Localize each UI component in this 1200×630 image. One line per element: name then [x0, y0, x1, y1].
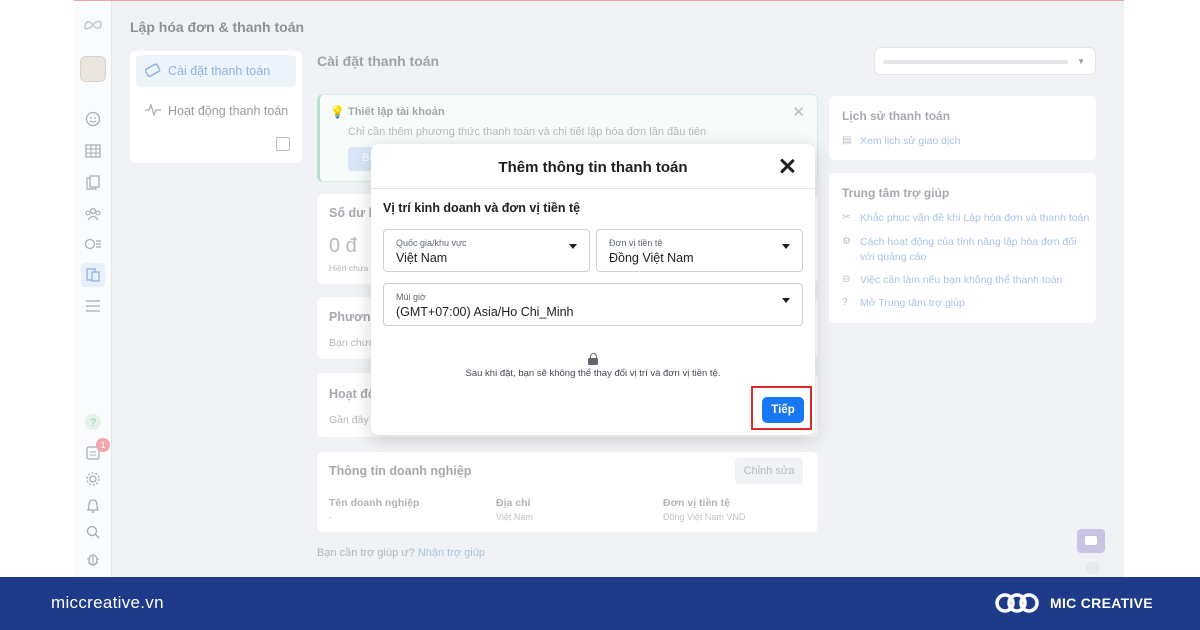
footer-url: miccreative.vn — [51, 593, 164, 612]
currency-select[interactable]: Đơn vị tiền tệ Đồng Việt Nam — [596, 229, 803, 272]
add-payment-info-modal: Thêm thông tin thanh toán Vị trí kinh do… — [371, 144, 815, 435]
left-gutter — [0, 0, 74, 577]
right-gutter — [1124, 0, 1200, 577]
lock-note: Sau khi đặt, bạn sẽ không thể thay đổi v… — [465, 368, 721, 379]
close-icon[interactable] — [777, 156, 797, 176]
modal-title: Thêm thông tin thanh toán — [498, 159, 688, 176]
country-value: Việt Nam — [396, 251, 448, 265]
mic-logo-icon — [993, 589, 1041, 617]
timezone-value: (GMT+07:00) Asia/Ho Chi_Minh — [396, 305, 574, 319]
caret-down-icon — [782, 244, 790, 249]
divider — [371, 188, 815, 189]
currency-label: Đơn vị tiền tệ — [609, 238, 663, 248]
lock-icon — [588, 353, 598, 365]
caret-down-icon — [569, 244, 577, 249]
country-select[interactable]: Quốc gia/khu vực Việt Nam — [383, 229, 590, 272]
footer-brand: MIC CREATIVE — [1050, 595, 1153, 611]
footer-banner: miccreative.vn MIC CREATIVE — [0, 577, 1200, 630]
timezone-select[interactable]: Múi giờ (GMT+07:00) Asia/Ho Chi_Minh — [383, 283, 803, 326]
next-button[interactable]: Tiếp — [762, 397, 804, 423]
country-label: Quốc gia/khu vực — [396, 238, 467, 248]
app-window: ? 1 Lập hóa đơn & thanh toán Cài đặt tha… — [74, 0, 1124, 577]
timezone-label: Múi giờ — [396, 292, 426, 302]
currency-value: Đồng Việt Nam — [609, 251, 694, 265]
caret-down-icon — [782, 298, 790, 303]
section-heading: Vị trí kinh doanh và đơn vị tiền tệ — [383, 201, 581, 215]
